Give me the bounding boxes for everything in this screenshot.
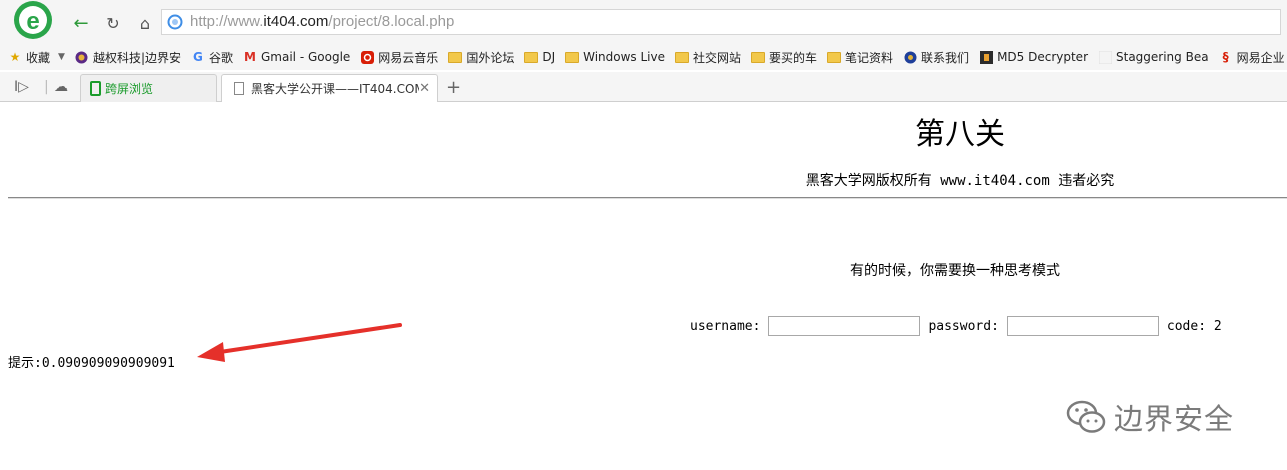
bookmark-item[interactable]: M Gmail - Google: [243, 50, 350, 64]
back-button[interactable]: ←: [69, 12, 93, 34]
star-icon: ★: [9, 50, 21, 64]
close-icon[interactable]: ✕: [419, 81, 430, 96]
bookmark-item[interactable]: G 谷歌: [191, 49, 233, 66]
new-tab-button[interactable]: +: [446, 77, 461, 98]
tab-active[interactable]: 黑客大学公开课——IT404.COM ✕: [221, 74, 438, 102]
phone-icon: [90, 81, 101, 96]
google-icon: G: [193, 50, 203, 64]
netease-music-icon: [360, 50, 374, 64]
bookmark-label: 社交网站: [693, 50, 742, 65]
bookmark-label: 谷歌: [208, 50, 233, 65]
bookmark-label: 收藏: [26, 50, 51, 65]
bookmark-label: 笔记资料: [845, 50, 894, 65]
folder-icon: [524, 50, 539, 64]
bookmark-folder[interactable]: 笔记资料: [827, 49, 893, 66]
folder-icon: [751, 50, 766, 64]
tab-bar: I▷ | ☁ 跨屏浏览 黑客大学公开课——IT404.COM ✕ +: [0, 72, 1287, 102]
bookmark-item[interactable]: 网易云音乐: [360, 49, 438, 66]
folder-icon: [565, 50, 580, 64]
bookmark-label: MD5 Decrypter: [997, 50, 1088, 64]
page-icon: [234, 82, 244, 95]
copyright-text: 黑客大学网版权所有 www.it404.com 违者必究: [805, 173, 1115, 189]
bookmark-label: Gmail - Google: [261, 50, 351, 64]
bookmark-item[interactable]: 越权科技|边界安: [75, 49, 181, 66]
folder-icon: [827, 50, 842, 64]
bookmark-folder[interactable]: 国外论坛: [448, 49, 514, 66]
password-input[interactable]: [1006, 316, 1159, 336]
home-icon: ⌂: [139, 13, 151, 33]
globe-icon: [903, 50, 917, 64]
bookmark-item[interactable]: § 网易企业: [1219, 49, 1285, 66]
bookmark-item[interactable]: Staggering Bea: [1098, 50, 1209, 64]
page-status-icon: [167, 14, 183, 30]
password-label: password:: [928, 318, 999, 334]
cloud-icon[interactable]: ☁: [54, 79, 68, 95]
bookmark-label: Windows Live: [583, 50, 665, 64]
home-button[interactable]: ⌂: [133, 12, 157, 34]
bookmark-label: 联系我们: [921, 50, 970, 65]
bookmark-item[interactable]: 联系我们: [903, 49, 969, 66]
bookmark-label: Staggering Bea: [1116, 50, 1209, 64]
bookmark-label: DJ: [542, 50, 556, 64]
dropdown-icon[interactable]: ▼: [58, 52, 65, 62]
tip-text: 提示:0.090909090909091: [8, 356, 175, 371]
reload-button[interactable]: ↻: [101, 12, 125, 34]
bookmark-label: 国外论坛: [466, 50, 515, 65]
url-text[interactable]: http://www.it404.com/project/8.local.php: [190, 13, 454, 30]
site-icon: [979, 50, 993, 64]
watermark-text: 边界安全: [1114, 402, 1235, 436]
bookmark-folder[interactable]: Windows Live: [565, 50, 665, 64]
separator: |: [44, 79, 49, 95]
gmail-icon: M: [244, 50, 256, 64]
code-label: code: 2: [1166, 318, 1222, 334]
folder-icon: [675, 50, 689, 64]
bookmark-label: 网易云音乐: [378, 50, 439, 65]
netease-icon: §: [1222, 50, 1229, 64]
bookmark-label: 网易企业: [1236, 50, 1285, 65]
browser-logo-icon[interactable]: e: [10, 0, 56, 40]
watermark: 边界安全: [1066, 392, 1256, 442]
site-icon: [75, 50, 89, 64]
arrow-left-icon: ←: [73, 12, 89, 34]
bookmark-label: 要买的车: [769, 50, 818, 65]
svg-text:e: e: [26, 8, 39, 35]
bookmark-item[interactable]: MD5 Decrypter: [979, 50, 1088, 64]
url-prefix: http://www.: [190, 13, 264, 30]
red-arrow-annotation: [197, 323, 402, 362]
wechat-icon: [1066, 400, 1106, 433]
tab-cross-screen[interactable]: 跨屏浏览: [80, 74, 217, 102]
username-label: username:: [690, 318, 761, 334]
bookmark-folder[interactable]: 社交网站: [675, 49, 741, 66]
address-toolbar: e ← ↻ ⌂ http://www.it404.com/project/8.l…: [0, 0, 1287, 44]
site-icon: [1098, 50, 1112, 64]
bookmark-folder[interactable]: DJ: [524, 50, 555, 64]
reload-icon: ↻: [106, 13, 120, 33]
sidebar-toggle-icon[interactable]: I▷: [14, 79, 29, 95]
bookmark-folder[interactable]: 要买的车: [751, 49, 817, 66]
page-content: 第八关 黑客大学网版权所有 www.it404.com 违者必究 有的时候，你需…: [0, 102, 1287, 470]
login-form: username: password: code: 2: [690, 316, 1222, 336]
url-host: it404.com: [263, 13, 329, 30]
bookmarks-bar: ★ 收藏 ▼ 越权科技|边界安 G 谷歌 M Gmail - Google 网易…: [0, 44, 1287, 70]
username-input[interactable]: [768, 316, 921, 336]
tab-label: 跨屏浏览: [105, 82, 154, 96]
bookmark-label: 越权科技|边界安: [92, 50, 181, 65]
divider: [8, 197, 1287, 199]
page-title: 第八关: [915, 117, 1005, 152]
url-bar[interactable]: http://www.it404.com/project/8.local.php: [161, 9, 1281, 35]
bookmark-favorites[interactable]: ★ 收藏 ▼: [8, 49, 65, 66]
url-path: /project/8.local.php: [328, 13, 455, 30]
folder-icon: [448, 50, 463, 64]
hint-text: 有的时候，你需要换一种思考模式: [850, 263, 1060, 279]
tab-label: 黑客大学公开课——IT404.COM: [251, 82, 419, 96]
